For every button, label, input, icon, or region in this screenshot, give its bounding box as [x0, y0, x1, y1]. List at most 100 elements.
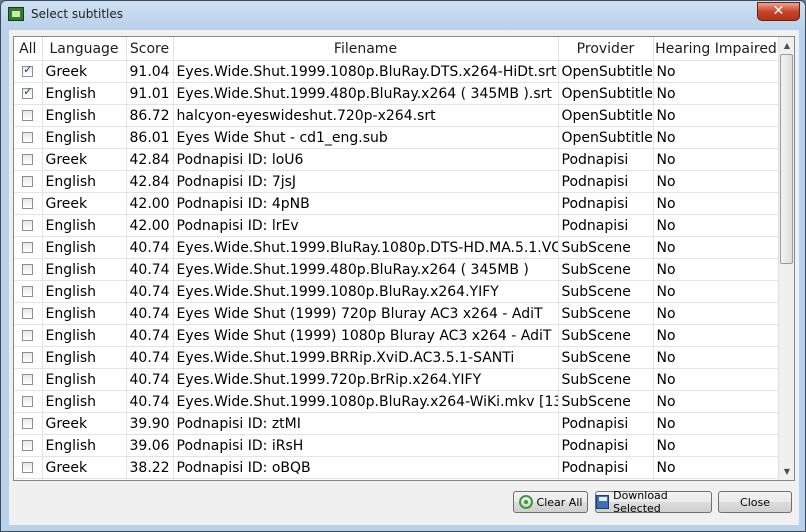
table-row[interactable]: English 86.01 Eyes Wide Shut - cd1_eng.sub… [14, 126, 780, 149]
hearing-impaired-cell: No [653, 104, 780, 127]
hearing-impaired-cell: No [653, 368, 780, 391]
score-cell: 91.01 [126, 82, 174, 105]
table-row[interactable]: English 40.74 Eyes Wide Shut (1999) 1080p … [14, 324, 780, 347]
column-header-all[interactable]: All [14, 37, 43, 61]
column-header-score[interactable]: Score [126, 37, 174, 61]
vertical-scrollbar[interactable]: ▲ ▼ [778, 37, 794, 480]
score-cell: 40.74 [126, 236, 174, 259]
row-checkbox[interactable] [22, 63, 34, 77]
filename-cell: Eyes Wide Shut - cd1_eng.sub [173, 126, 559, 149]
row-checkbox[interactable] [22, 264, 34, 275]
filename-cell: Podnapisi ID: iRsH [173, 434, 559, 457]
score-cell: 40.74 [126, 368, 174, 391]
close-label: Close [740, 495, 770, 509]
scrollbar-thumb[interactable] [780, 54, 793, 264]
filename-cell: Eyes.Wide.Shut.1999.480p.BluRay.x264 ( 3… [173, 82, 559, 105]
row-checkbox[interactable] [22, 308, 34, 319]
column-header-language[interactable]: Language [42, 37, 127, 61]
table-row[interactable]: Greek 38.22 Podnapisi ID: oBQB Podnapisi No [14, 456, 780, 479]
row-checkbox[interactable] [22, 286, 34, 297]
table-row[interactable]: Greek 42.84 Podnapisi ID: loU6 Podnapisi No [14, 148, 780, 171]
filename-cell: Eyes.Wide.Shut.1999.1080p.BluRay.DTS.x26… [173, 60, 559, 83]
row-checkbox-cell [14, 368, 43, 391]
subtitles-list: All Language Score Filename Provider Hea… [13, 36, 795, 481]
scroll-up-arrow-icon[interactable]: ▲ [779, 37, 794, 54]
row-checkbox[interactable] [22, 462, 34, 473]
score-cell: 40.74 [126, 324, 174, 347]
row-checkbox[interactable] [22, 198, 34, 209]
table-row[interactable]: English91.01Eyes.Wide.Shut.1999.480p.Blu… [14, 82, 780, 105]
table-row[interactable]: English 40.74 Eyes.Wide.Shut.1999.480p.Blu… [14, 258, 780, 281]
row-checkbox-cell [14, 412, 43, 435]
scroll-down-arrow-icon[interactable]: ▼ [779, 463, 794, 480]
save-disk-icon [596, 495, 610, 509]
row-checkbox[interactable] [22, 330, 34, 341]
table-row[interactable]: English 40.74 Eyes.Wide.Shut.1999.BluRay.1… [14, 236, 780, 259]
table-row[interactable]: Greek 42.00 Podnapisi ID: 4pNB Podnapisi No [14, 192, 780, 215]
filename-cell: halcyon-eyeswideshut.720p-x264.srt [173, 104, 559, 127]
hearing-impaired-cell: No [653, 302, 780, 325]
row-checkbox[interactable] [22, 110, 34, 121]
provider-cell: Podnapisi [558, 456, 654, 479]
language-cell: English [42, 390, 127, 413]
table-row[interactable]: English 40.74 Eyes.Wide.Shut.1999.720p.BrR… [14, 368, 780, 391]
table-row[interactable]: English 40.74 Eyes.Wide.Shut.1999.1080p.Bl… [14, 390, 780, 413]
table-row[interactable]: English 42.84 Podnapisi ID: 7jsJ Podnapisi N… [14, 170, 780, 193]
row-checkbox-cell [14, 60, 43, 83]
language-cell: English [42, 368, 127, 391]
score-cell: 40.74 [126, 346, 174, 369]
row-checkbox[interactable] [22, 85, 34, 99]
row-checkbox[interactable] [22, 440, 34, 451]
close-button[interactable]: Close [718, 491, 792, 513]
row-checkbox[interactable] [22, 418, 34, 429]
hearing-impaired-cell: No [653, 60, 780, 83]
table-row[interactable]: English 40.74 Eyes.Wide.Shut.1999.BRRip.Xv… [14, 346, 780, 369]
provider-cell: SubScene [558, 280, 654, 303]
table-row[interactable]: English 40.74 Eyes.Wide.Shut.1999.1080p.Bl… [14, 280, 780, 303]
language-cell: English [42, 324, 127, 347]
table-row[interactable]: English 39.06 Podnapisi ID: iRsH Podnapisi N… [14, 434, 780, 457]
score-cell: 42.00 [126, 192, 174, 215]
row-checkbox[interactable] [22, 352, 34, 363]
column-header-hearing-impaired[interactable]: Hearing Impaired [653, 37, 780, 61]
row-checkbox-cell [14, 302, 43, 325]
column-header-filename[interactable]: Filename [173, 37, 559, 61]
column-header-provider[interactable]: Provider [558, 37, 654, 61]
language-cell: Greek [42, 192, 127, 215]
filename-cell: Eyes.Wide.Shut.1999.BluRay.1080p.DTS-HD.… [173, 236, 559, 259]
table-row[interactable]: English 42.00 Podnapisi ID: lrEv Podnapisi N… [14, 214, 780, 237]
hearing-impaired-cell: No [653, 390, 780, 413]
row-checkbox[interactable] [22, 132, 34, 143]
language-cell: English [42, 434, 127, 457]
table-row[interactable]: English 86.72 halcyon-eyeswideshut.720p-x2… [14, 104, 780, 127]
subtitles-table: All Language Score Filename Provider Hea… [14, 37, 780, 479]
title-bar[interactable]: Select subtitles ✕ [1, 1, 805, 29]
filename-cell: Eyes.Wide.Shut.1999.720p.BrRip.x264.YIFY [173, 368, 559, 391]
language-cell: English [42, 126, 127, 149]
row-checkbox-cell [14, 258, 43, 281]
filename-cell: Podnapisi ID: lrEv [173, 214, 559, 237]
filename-cell: Podnapisi ID: oBQB [173, 456, 559, 479]
language-cell: Greek [42, 60, 127, 83]
table-row[interactable]: English 40.74 Eyes Wide Shut (1999) 720p B… [14, 302, 780, 325]
table-row[interactable]: Greek91.04Eyes.Wide.Shut.1999.1080p.BluR… [14, 60, 780, 83]
provider-cell: SubScene [558, 302, 654, 325]
row-checkbox-cell [14, 390, 43, 413]
language-cell: English [42, 346, 127, 369]
provider-cell: SubScene [558, 258, 654, 281]
provider-cell: SubScene [558, 236, 654, 259]
score-cell: 86.01 [126, 126, 174, 149]
row-checkbox-cell [14, 192, 43, 215]
app-icon [8, 7, 24, 21]
clear-all-button[interactable]: Clear All [513, 491, 588, 513]
score-cell: 38.22 [126, 456, 174, 479]
row-checkbox[interactable] [22, 154, 34, 165]
window-close-button[interactable]: ✕ [757, 2, 800, 21]
row-checkbox[interactable] [22, 242, 34, 253]
row-checkbox[interactable] [22, 220, 34, 231]
row-checkbox[interactable] [22, 374, 34, 385]
row-checkbox[interactable] [22, 396, 34, 407]
download-selected-button[interactable]: Download Selected [595, 489, 712, 515]
table-row[interactable]: Greek 39.90 Podnapisi ID: ztMI Podnapisi No [14, 412, 780, 435]
row-checkbox[interactable] [22, 176, 34, 187]
